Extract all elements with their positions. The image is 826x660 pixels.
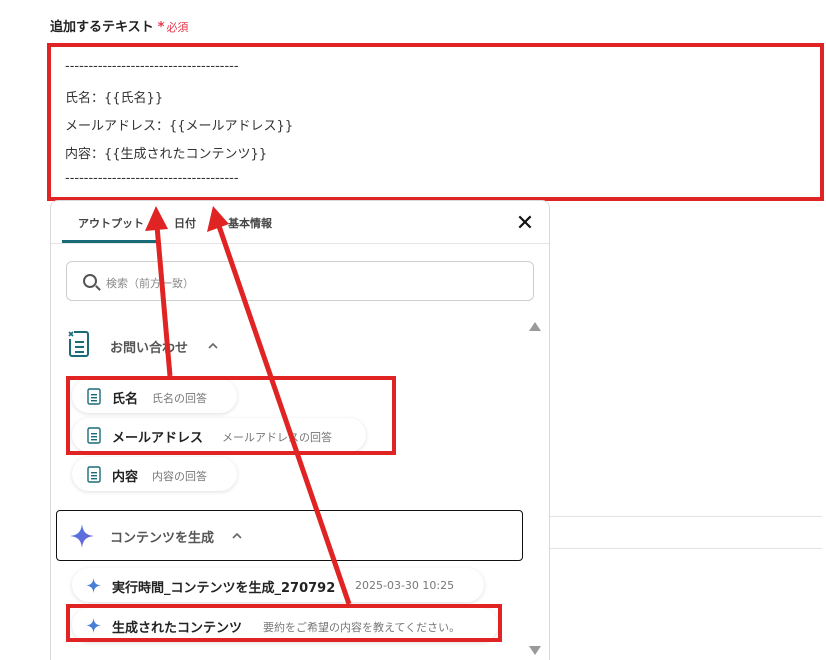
required-mark: * [157,20,165,35]
chip-content-desc: 内容の回答 [152,470,207,483]
scroll-down-arrow[interactable] [529,646,541,655]
chevron-up-icon[interactable] [208,341,218,351]
output-chip-content[interactable]: 内容 内容の回答 [72,457,237,491]
tab-bar: アウトプット 日付 基本情報 [51,201,549,244]
divider [550,516,822,517]
doc-icon [87,466,101,483]
chip-exec-time-desc: 2025-03-30 10:25 [355,579,455,592]
chevron-up-icon [232,532,242,539]
group-title-generate: コンテンツを生成 [110,531,215,546]
text-line-name: 氏名：{{氏名}} [65,91,164,106]
tab-date[interactable]: 日付 [174,215,196,231]
tab-output[interactable]: アウトプット [78,215,144,231]
form-doc-icon [68,331,89,357]
required-text: 必須 [166,21,189,34]
active-tab-indicator [62,240,157,243]
ai-sparkle-icon [86,578,101,593]
annotation-box-generated-item [66,604,502,642]
text-line-separator-bottom: ------------------------------------- [65,171,239,186]
text-line-content: 内容：{{生成されたコンテンツ}} [65,147,268,162]
text-input-area[interactable]: ------------------------------------- 氏名… [47,43,824,201]
annotation-box-inquiry-items [66,376,396,455]
group-header-generate-content[interactable]: コンテンツを生成 [56,510,523,561]
ai-sparkle-icon [70,524,94,548]
tab-basic-info[interactable]: 基本情報 [228,215,272,231]
field-label-text: 追加するテキスト [50,20,154,35]
scroll-up-arrow[interactable] [529,322,541,331]
group-title-inquiry[interactable]: お問い合わせ [110,337,188,356]
text-line-email: メールアドレス：{{メールアドレス}} [65,119,294,134]
text-line-separator-top: ------------------------------------- [65,59,239,74]
output-chip-exec-time[interactable]: 実行時間_コンテンツを生成_270792 2025-03-30 10:25 [72,568,484,602]
close-icon[interactable]: ✕ [514,213,536,235]
divider [550,548,822,549]
search-placeholder: 検索（前方一致） [106,277,194,290]
field-label: 追加するテキスト * 必須 [50,16,188,35]
search-input[interactable]: 検索（前方一致） [66,261,534,301]
chip-content-label: 内容 [112,470,139,485]
chip-exec-time-label: 実行時間_コンテンツを生成_270792 [112,581,336,596]
search-icon [83,274,97,288]
